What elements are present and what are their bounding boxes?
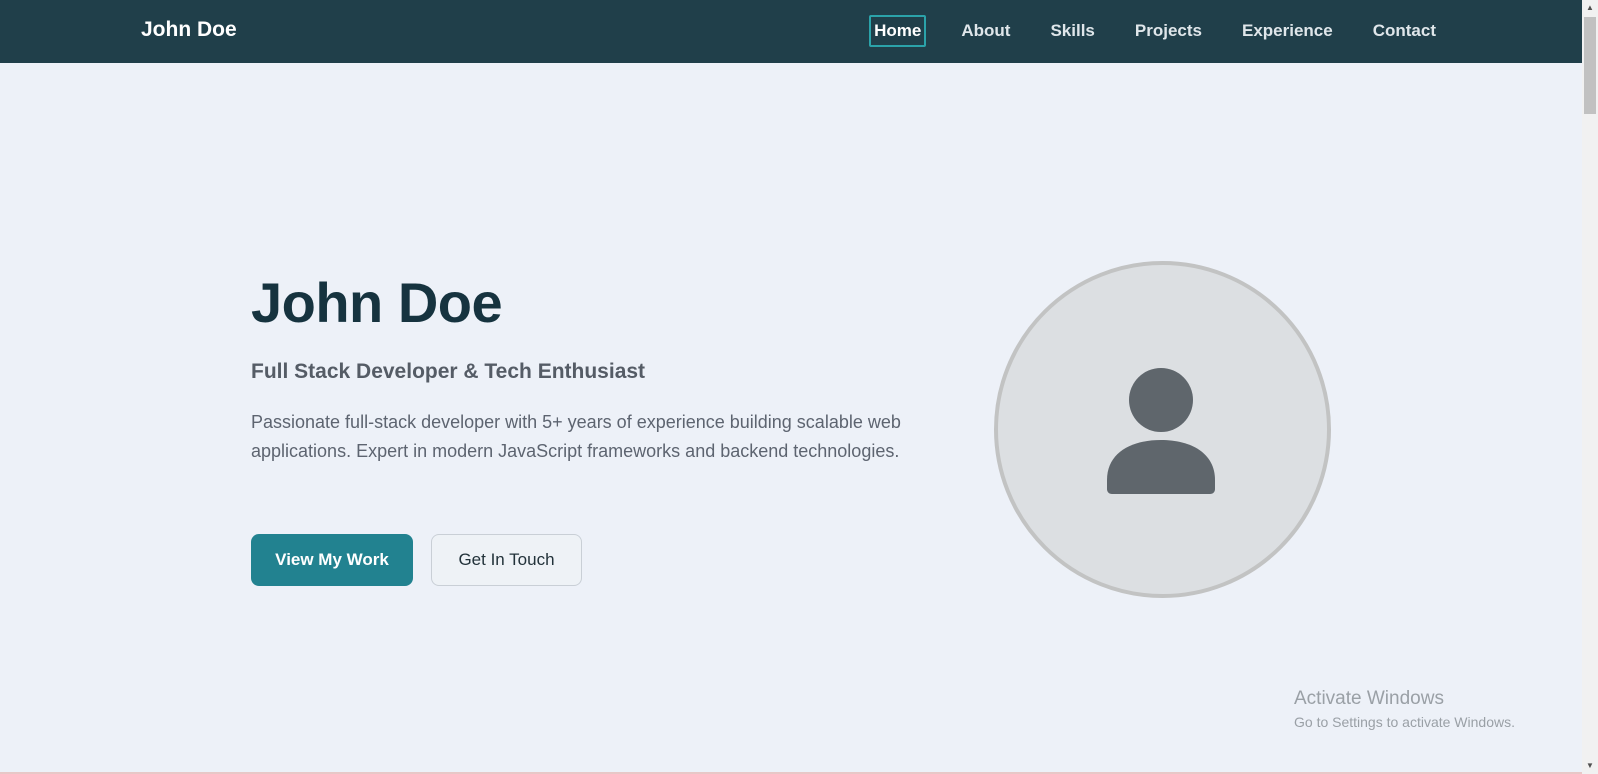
windows-activation-watermark: Activate Windows Go to Settings to activ… [1294,687,1515,731]
view-my-work-button[interactable]: View My Work [251,534,413,586]
scroll-down-arrow-icon[interactable]: ▼ [1582,758,1598,774]
user-icon [1107,368,1215,494]
nav-link-about[interactable]: About [956,15,1015,47]
vertical-scrollbar[interactable]: ▲ ▼ [1582,0,1598,774]
hero-name: John Doe [251,271,503,334]
watermark-subtitle: Go to Settings to activate Windows. [1294,714,1515,730]
nav-link-home[interactable]: Home [869,15,927,47]
nav-link-skills[interactable]: Skills [1045,15,1099,47]
get-in-touch-button[interactable]: Get In Touch [431,534,582,586]
hero-description: Passionate full-stack developer with 5+ … [251,412,901,461]
watermark-title: Activate Windows [1294,688,1444,709]
hero-subtitle: Full Stack Developer & Tech Enthusiast [251,360,646,383]
avatar [994,261,1331,598]
hero-section: John Doe Full Stack Developer & Tech Ent… [251,270,931,465]
nav-link-projects[interactable]: Projects [1130,15,1207,47]
hero-buttons: View My Work Get In Touch [251,534,582,586]
page: John Doe Home About Skills Projects Expe… [0,0,1598,774]
top-navbar: John Doe Home About Skills Projects Expe… [0,0,1582,63]
scrollbar-thumb[interactable] [1584,17,1596,114]
scroll-up-arrow-icon[interactable]: ▲ [1582,0,1598,16]
nav-links: Home About Skills Projects Experience Co… [839,15,1441,47]
nav-link-contact[interactable]: Contact [1368,15,1441,47]
brand-logo[interactable]: John Doe [141,18,237,42]
nav-link-experience[interactable]: Experience [1237,15,1338,47]
